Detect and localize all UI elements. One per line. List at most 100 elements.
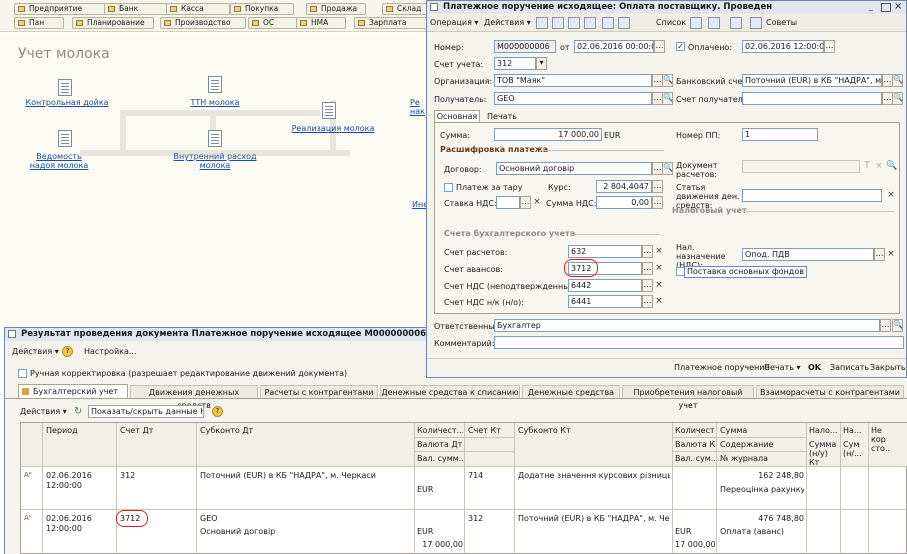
- vat-unconfirmed-select-button[interactable]: …: [642, 279, 653, 292]
- help-icon[interactable]: ?: [212, 406, 223, 417]
- advance-account-clear-button[interactable]: ×: [654, 262, 664, 275]
- dt-kt-icon[interactable]: [690, 17, 702, 29]
- result-tab-counterparties[interactable]: Расчеты с контрагентами: [260, 385, 378, 398]
- responsible-open-button[interactable]: 🔍: [892, 319, 903, 332]
- settle-account-select-button[interactable]: …: [642, 245, 653, 258]
- list-button[interactable]: Список: [656, 17, 686, 29]
- cashflow-field[interactable]: [742, 189, 882, 202]
- link-ttn-milk[interactable]: ТТН молока: [180, 98, 250, 107]
- doc-calc-open-button[interactable]: 🔍: [886, 160, 897, 173]
- organization-field[interactable]: ТОВ "Маяк": [494, 74, 652, 87]
- recipient-account-field[interactable]: [742, 92, 882, 105]
- tax-purpose-field[interactable]: Опод. ПДВ: [742, 248, 874, 261]
- ok-button[interactable]: OK: [808, 362, 821, 374]
- tab-enterprise[interactable]: Предприятие: [14, 3, 110, 15]
- copy-icon[interactable]: [552, 17, 564, 29]
- result-tab-acquisitions[interactable]: Приобретения налоговый учет: [622, 385, 754, 410]
- vat-rate-field[interactable]: [496, 196, 520, 209]
- calendar-button[interactable]: …: [654, 40, 665, 53]
- link-internal-use[interactable]: Внутренний расход молока: [172, 152, 258, 170]
- close-doc-button[interactable]: Закрыть: [870, 362, 906, 374]
- rate-field[interactable]: 2 804,4047: [596, 180, 652, 193]
- sub-actions-menu[interactable]: Действия ▾: [20, 406, 67, 418]
- tax-purpose-select-button[interactable]: …: [874, 248, 885, 261]
- help-icon[interactable]: ?: [62, 346, 73, 357]
- account-field[interactable]: 312: [494, 57, 536, 70]
- tab-sales[interactable]: Продажа: [306, 3, 366, 15]
- number-field[interactable]: М000000006: [494, 40, 556, 53]
- tab-cash[interactable]: Касса: [166, 3, 230, 15]
- recipient-open-button[interactable]: 🔍: [662, 92, 673, 105]
- settle-account-clear-button[interactable]: ×: [654, 245, 664, 258]
- tab-warehouse[interactable]: Склад: [382, 3, 428, 15]
- tips-button[interactable]: Советы: [766, 17, 797, 29]
- bank-account-field[interactable]: Поточний (EUR) в КБ "НАДРА", м. Ч: [742, 74, 882, 87]
- comment-field[interactable]: [494, 336, 904, 349]
- vat-nk-select-button[interactable]: …: [642, 295, 653, 308]
- doc-calc-clear-button[interactable]: ×: [874, 160, 884, 173]
- settle-account-field[interactable]: 632: [568, 245, 642, 258]
- vat-unconfirmed-field[interactable]: 6442: [568, 279, 642, 292]
- tab-fixed-assets[interactable]: ОС: [248, 17, 298, 29]
- organization-open-button[interactable]: 🔍: [662, 74, 673, 87]
- structure-icon[interactable]: [730, 17, 742, 29]
- save-button[interactable]: Записать: [830, 362, 869, 374]
- link-milk-sales[interactable]: Реализация молока: [288, 124, 378, 133]
- tab-purchase[interactable]: Покупка: [230, 3, 294, 15]
- settings-button[interactable]: Настройка...: [84, 346, 137, 358]
- account-dropdown[interactable]: ▾: [536, 57, 547, 70]
- vat-rate-clear-button[interactable]: ×: [532, 196, 542, 209]
- paid-checkbox[interactable]: ✓: [676, 42, 685, 51]
- result-tab-cash[interactable]: Денежные средства: [522, 385, 620, 398]
- responsible-select-button[interactable]: …: [880, 319, 891, 332]
- result-tab-cashflow[interactable]: Движения денежных средств: [130, 385, 258, 410]
- responsible-field[interactable]: Бухгалтер: [494, 319, 880, 332]
- tax-purpose-clear-button[interactable]: ×: [886, 248, 896, 261]
- journal-icon[interactable]: [708, 17, 720, 29]
- sum-field[interactable]: 17 000,00: [494, 128, 602, 141]
- tab-bank[interactable]: Банк: [104, 3, 168, 15]
- refresh-icon[interactable]: [602, 17, 614, 29]
- vat-nk-clear-button[interactable]: ×: [654, 295, 664, 308]
- date-field[interactable]: 02.06.2016 00:00:00: [574, 40, 654, 53]
- contract-field[interactable]: Основний договір: [496, 162, 652, 175]
- refresh-icon[interactable]: ↻: [74, 407, 82, 417]
- vat-nk-field[interactable]: 6441: [568, 295, 642, 308]
- maximize-button[interactable]: [881, 3, 891, 12]
- recipient-account-open-button[interactable]: 🔍: [892, 92, 903, 105]
- actions-menu[interactable]: Действия ▾: [484, 17, 531, 29]
- bank-account-open-button[interactable]: 🔍: [892, 74, 903, 87]
- result-tab-settlements[interactable]: Взаиморасчеты с контрагентами: [756, 385, 904, 398]
- link-milk-vedomost[interactable]: Ведомость надоя молока: [24, 152, 94, 170]
- close-button[interactable]: ×: [894, 1, 904, 13]
- show-hide-nu-button[interactable]: Показать/скрыть данные НУ: [88, 405, 204, 418]
- print-menu[interactable]: Печать ▾: [764, 362, 801, 374]
- vat-unconfirmed-clear-button[interactable]: ×: [654, 279, 664, 292]
- advance-account-select-button[interactable]: …: [642, 262, 653, 275]
- post-icon[interactable]: [568, 17, 580, 29]
- doc-calc-type-button[interactable]: T: [862, 160, 872, 173]
- cashflow-clear-button[interactable]: ×: [886, 189, 896, 202]
- unpost-icon[interactable]: [584, 17, 596, 29]
- pp-number-field[interactable]: 1: [742, 128, 818, 141]
- tare-checkbox[interactable]: [444, 183, 453, 192]
- doc-calc-field[interactable]: [742, 160, 860, 173]
- tab-plan-short[interactable]: Пан: [14, 17, 64, 29]
- contract-open-button[interactable]: 🔍: [662, 162, 673, 175]
- result-actions-menu[interactable]: Действия ▾: [12, 346, 59, 358]
- operation-menu[interactable]: Операция ▾: [430, 17, 478, 29]
- tab-salary[interactable]: Зарплата: [354, 17, 428, 29]
- manual-correction-checkbox[interactable]: [18, 369, 27, 378]
- paid-calendar-button[interactable]: …: [824, 40, 835, 53]
- vat-sum-select-button[interactable]: …: [652, 196, 663, 209]
- vat-sum-field[interactable]: 0,00: [596, 196, 652, 209]
- save-icon[interactable]: [536, 17, 548, 29]
- rate-select-button[interactable]: …: [652, 180, 663, 193]
- vat-rate-select-button[interactable]: …: [520, 196, 531, 209]
- pp-print-button[interactable]: Платежное поручение: [674, 362, 769, 374]
- tab-planning[interactable]: Планирование: [72, 17, 154, 29]
- paid-date-field[interactable]: 02.06.2016 12:00:00: [742, 40, 824, 53]
- tab-intangibles[interactable]: НМА: [296, 17, 346, 29]
- based-on-icon[interactable]: [618, 17, 630, 29]
- minimize-button[interactable]: _: [869, 3, 879, 12]
